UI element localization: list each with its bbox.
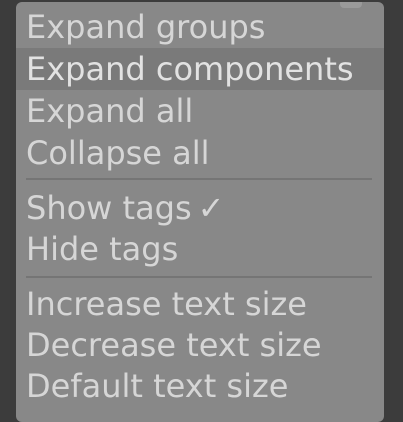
menu-item-expand-components[interactable]: Expand components — [16, 48, 384, 90]
menu-item-expand-groups[interactable]: Expand groups — [16, 6, 384, 48]
menu-item-expand-all[interactable]: Expand all — [16, 90, 384, 132]
menu-item-show-tags[interactable]: Show tags ✓ — [16, 187, 384, 229]
menu-item-increase-text-size[interactable]: Increase text size — [16, 283, 384, 325]
menu-separator — [26, 276, 372, 278]
menu-item-label: Show tags — [26, 189, 192, 227]
menu-separator — [26, 178, 372, 180]
context-menu: Expand groups Expand components Expand a… — [16, 2, 384, 422]
menu-item-hide-tags[interactable]: Hide tags — [16, 228, 384, 270]
menu-item-default-text-size[interactable]: Default text size — [16, 365, 384, 407]
menu-item-decrease-text-size[interactable]: Decrease text size — [16, 324, 384, 366]
menu-item-collapse-all[interactable]: Collapse all — [16, 132, 384, 174]
checkmark-icon: ✓ — [197, 189, 225, 227]
